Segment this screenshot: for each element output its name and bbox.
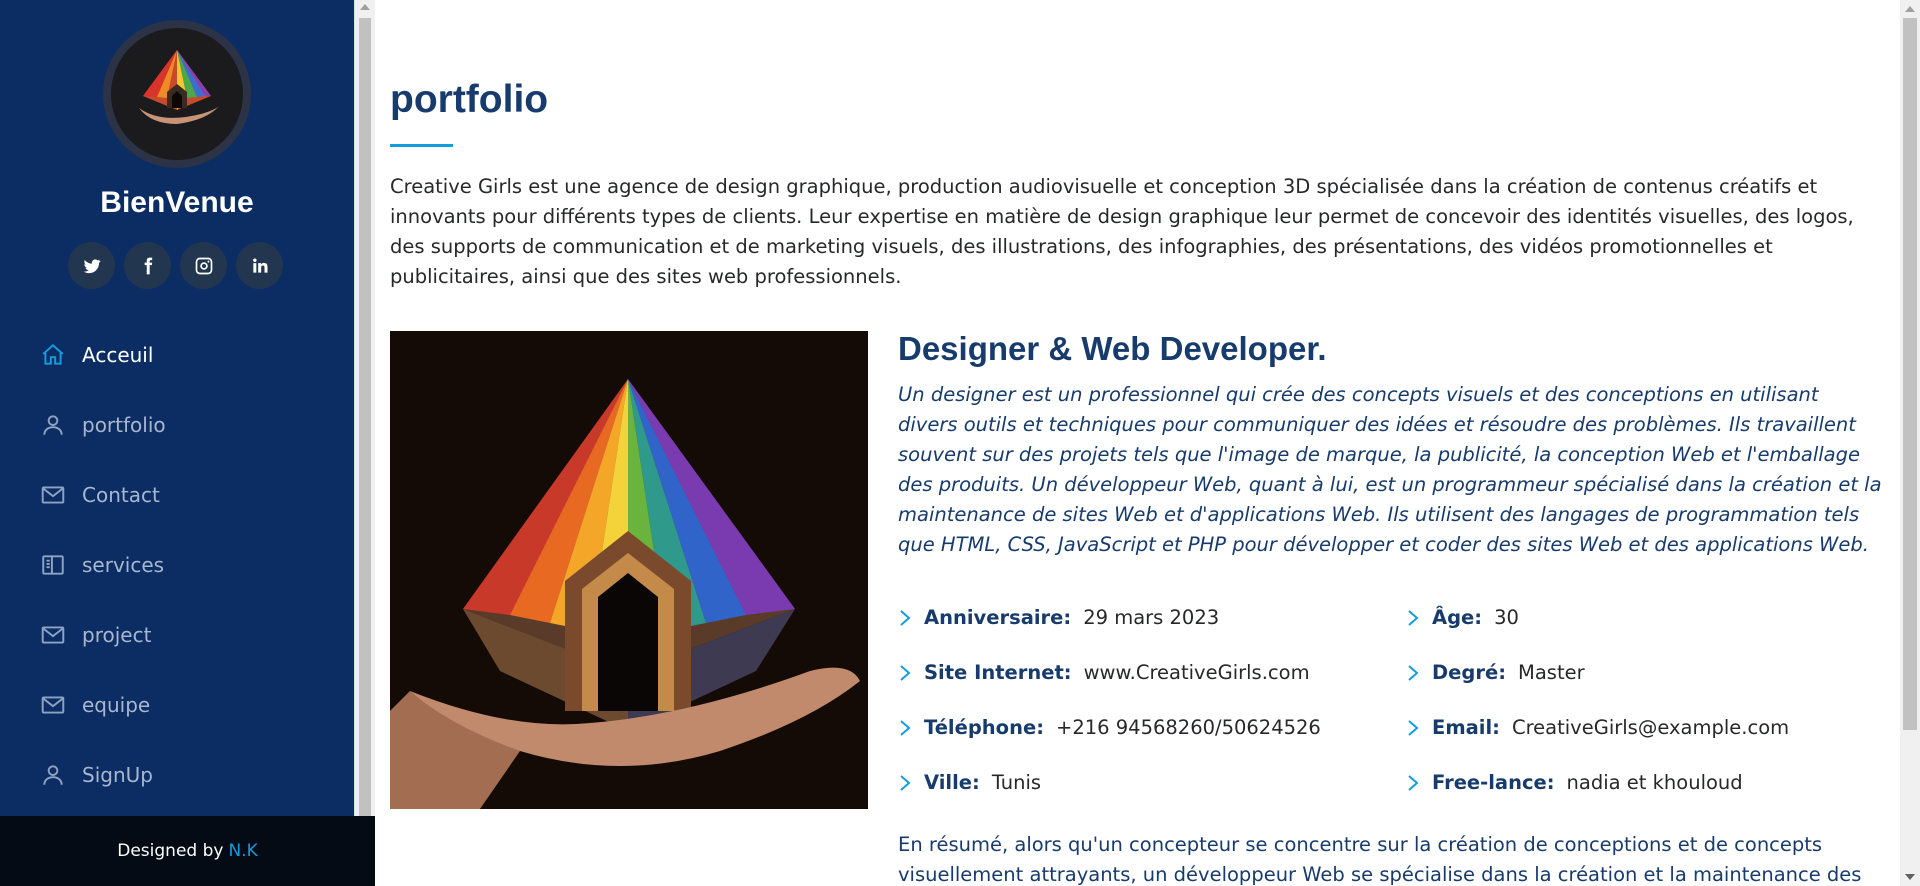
info-value: nadia et khouloud	[1566, 771, 1743, 794]
title-underline	[390, 144, 453, 147]
sidebar: BienVenue Acceuil portfolio Contact serv…	[0, 0, 354, 886]
scrollbar-thumb[interactable]	[1903, 18, 1917, 730]
nav-label: equipe	[82, 693, 151, 717]
nav-label: services	[82, 553, 165, 577]
twitter-link[interactable]	[68, 242, 115, 289]
info-label: Ville:	[924, 771, 980, 794]
info-label: Email:	[1432, 716, 1500, 739]
nav-item-services[interactable]: services	[0, 530, 354, 600]
info-value: 30	[1494, 606, 1519, 629]
info-email: Email: CreativeGirls@example.com	[1406, 716, 1789, 739]
main-content: portfolio Creative Girls est une agence …	[375, 0, 1900, 886]
info-value: 29 mars 2023	[1083, 606, 1220, 629]
chevron-right-icon	[1408, 719, 1419, 736]
sidebar-scrollbar[interactable]	[354, 0, 375, 886]
instagram-icon	[195, 257, 212, 274]
book-icon	[42, 555, 64, 575]
info-label: Téléphone:	[924, 716, 1044, 739]
nav-item-signup[interactable]: SignUp	[0, 740, 354, 810]
envelope-icon	[41, 626, 65, 644]
instagram-link[interactable]	[180, 242, 227, 289]
nav-item-portfolio[interactable]: portfolio	[0, 390, 354, 460]
user-icon	[43, 415, 63, 435]
brand-title: BienVenue	[100, 186, 254, 219]
info-label: Site Internet:	[924, 661, 1072, 684]
nav-item-contact[interactable]: Contact	[0, 460, 354, 530]
chevron-right-icon	[1408, 664, 1419, 681]
nav-label: project	[82, 623, 152, 647]
twitter-icon	[83, 258, 101, 273]
nav-item-equipe[interactable]: equipe	[0, 670, 354, 740]
info-age: Âge: 30	[1406, 606, 1519, 629]
info-value: +216 94568260/50624526	[1056, 716, 1321, 739]
chevron-right-icon	[900, 664, 911, 681]
info-website: Site Internet: www.CreativeGirls.com	[898, 661, 1310, 684]
intro-paragraph: Creative Girls est une agence de design …	[390, 175, 1854, 288]
linkedin-link[interactable]	[236, 242, 283, 289]
footer-author-link[interactable]: N.K	[228, 841, 257, 861]
footer-prefix: Designed by	[117, 841, 224, 861]
envelope-icon	[41, 486, 65, 504]
facebook-link[interactable]	[124, 242, 171, 289]
info-label: Anniversaire:	[924, 606, 1072, 629]
info-value: www.CreativeGirls.com	[1083, 661, 1310, 684]
chevron-right-icon	[900, 719, 911, 736]
info-label: Âge:	[1432, 606, 1483, 629]
nav-label: Contact	[82, 483, 160, 507]
role-heading: Designer & Web Developer.	[898, 330, 1327, 367]
summary-paragraph: En résumé, alors qu'un concepteur se con…	[898, 833, 1862, 886]
scroll-up-arrow-icon[interactable]	[1905, 6, 1915, 12]
nav-label: SignUp	[82, 763, 153, 787]
nav-item-acceuil[interactable]: Acceuil	[0, 320, 354, 390]
info-value: Tunis	[991, 771, 1042, 794]
scroll-up-arrow-icon[interactable]	[360, 4, 370, 10]
chevron-right-icon	[1408, 774, 1419, 791]
profile-avatar	[103, 20, 251, 168]
info-city: Ville: Tunis	[898, 771, 1041, 794]
page-title: portfolio	[390, 78, 549, 121]
info-birthday: Anniversaire: 29 mars 2023	[898, 606, 1219, 629]
info-value: CreativeGirls@example.com	[1511, 716, 1790, 739]
scrollbar-thumb[interactable]	[359, 18, 371, 816]
chevron-right-icon	[900, 609, 911, 626]
nav-label: Acceuil	[82, 343, 154, 367]
info-freelance: Free-lance: nadia et khouloud	[1406, 771, 1743, 794]
chevron-right-icon	[1408, 609, 1419, 626]
social-links	[68, 242, 283, 289]
envelope-icon	[41, 696, 65, 714]
info-degree: Degré: Master	[1406, 661, 1585, 684]
info-value: Master	[1518, 661, 1585, 684]
page-scrollbar[interactable]	[1900, 0, 1920, 886]
home-icon	[42, 343, 64, 365]
nav-item-project[interactable]: project	[0, 600, 354, 670]
info-label: Degré:	[1432, 661, 1507, 684]
info-label: Free-lance:	[1432, 771, 1555, 794]
scroll-down-arrow-icon[interactable]	[1905, 874, 1915, 880]
chevron-right-icon	[900, 774, 911, 791]
role-description: Un designer est un professionnel qui cré…	[898, 383, 1882, 556]
facebook-icon	[144, 257, 152, 274]
site-footer: Designed by N.K	[0, 816, 375, 886]
nav-label: portfolio	[82, 413, 166, 437]
portfolio-image	[390, 331, 868, 809]
info-phone: Téléphone: +216 94568260/50624526	[898, 716, 1321, 739]
sidebar-nav: Acceuil portfolio Contact services proje…	[0, 320, 354, 810]
user-icon	[43, 765, 63, 785]
linkedin-icon	[252, 258, 267, 273]
